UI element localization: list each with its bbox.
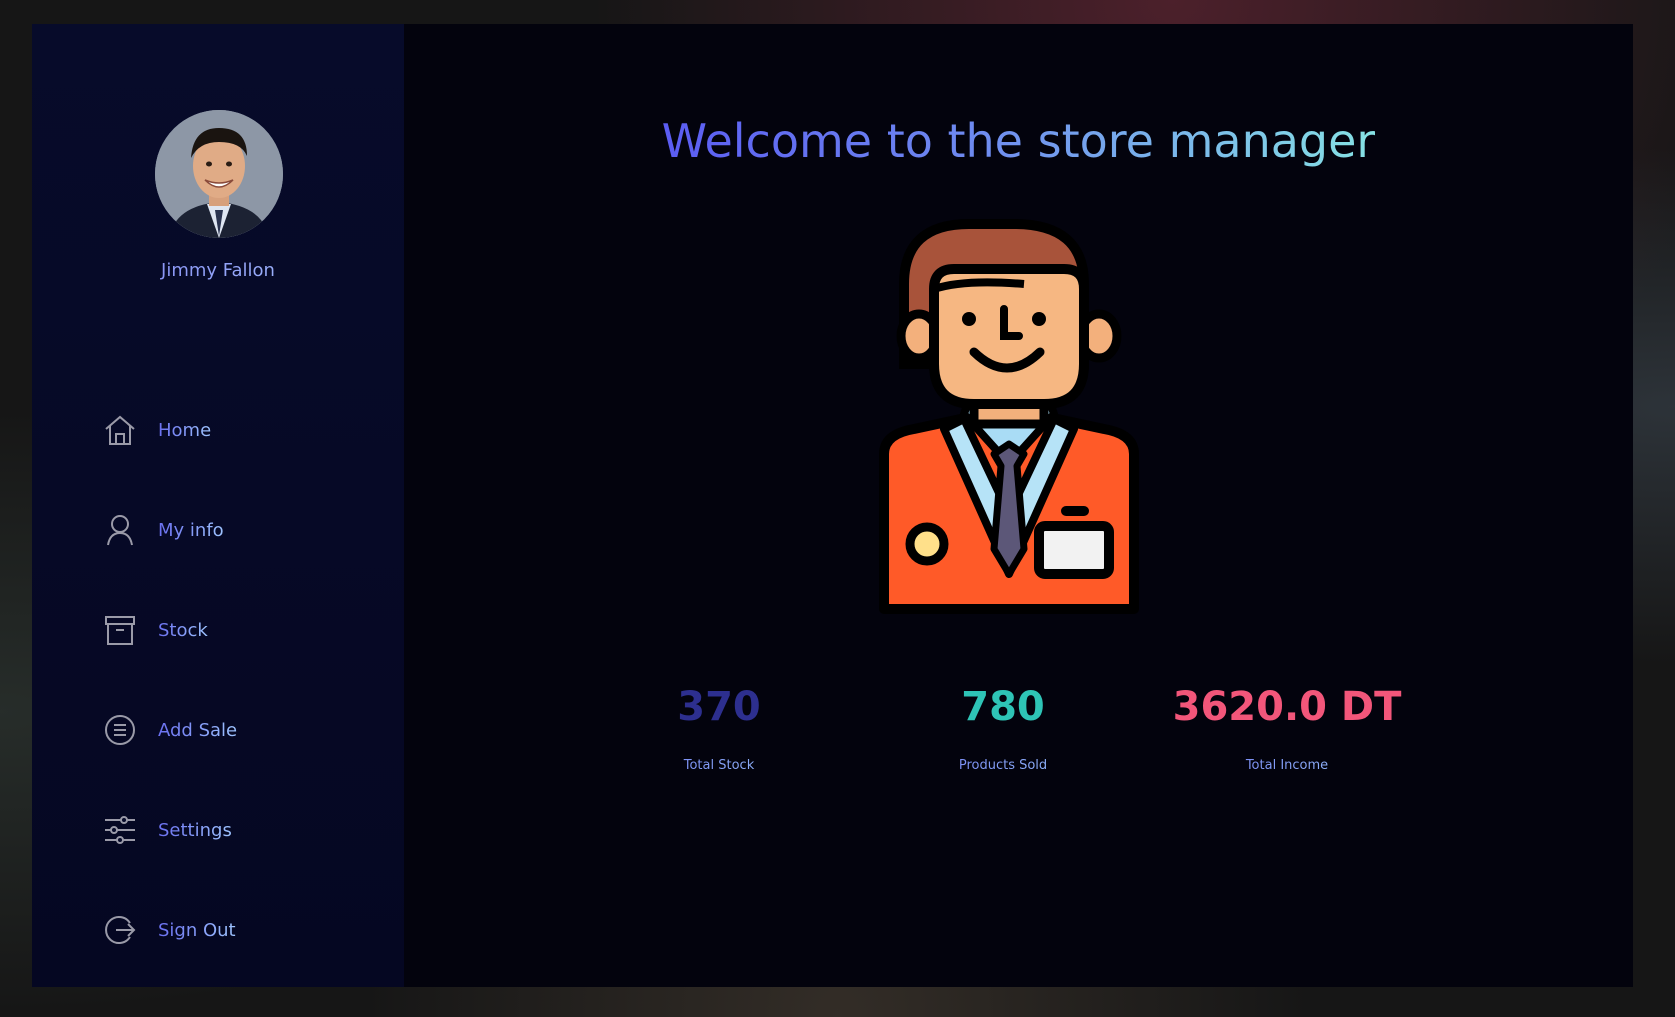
sidebar-item-sign-out[interactable]: Sign Out — [102, 910, 362, 950]
main-panel: Welcome to the store manager 370 Total S… — [404, 24, 1633, 987]
sidebar-item-my-info[interactable]: My info — [102, 510, 362, 550]
stat-products-sold: 780 Products Sold — [873, 684, 1133, 773]
sidebar-item-label: My info — [158, 519, 224, 541]
stat-total-income: 3620.0 DT Total Income — [1157, 684, 1417, 773]
sidebar: Jimmy Fallon Home My info Stock Add Sale… — [32, 24, 404, 987]
sidebar-item-home[interactable]: Home — [102, 410, 362, 450]
user-name: Jimmy Fallon — [32, 260, 404, 281]
stat-value: 3620.0 DT — [1172, 684, 1402, 730]
home-icon — [102, 412, 138, 448]
list-circle-icon — [102, 712, 138, 748]
sidebar-item-label: Settings — [158, 819, 232, 841]
stat-value: 370 — [677, 684, 761, 730]
sidebar-item-label: Sign Out — [158, 919, 236, 941]
sidebar-item-label: Add Sale — [158, 719, 238, 741]
stat-label: Total Stock — [589, 758, 849, 773]
stat-value: 780 — [961, 684, 1045, 730]
page-title-text: Welcome to the store manager — [661, 114, 1376, 168]
sidebar-item-stock[interactable]: Stock — [102, 610, 362, 650]
avatar-image — [155, 110, 283, 238]
archive-box-icon — [102, 612, 138, 648]
user-icon — [102, 512, 138, 548]
sliders-icon — [102, 812, 138, 848]
sidebar-item-label: Home — [158, 419, 212, 441]
stat-label: Total Income — [1157, 758, 1417, 773]
sign-out-icon — [102, 912, 138, 948]
page-title: Welcome to the store manager — [404, 114, 1633, 168]
stat-total-stock: 370 Total Stock — [589, 684, 849, 773]
sidebar-item-label: Stock — [158, 619, 208, 641]
avatar — [155, 110, 283, 238]
stat-label: Products Sold — [873, 758, 1133, 773]
sidebar-item-settings[interactable]: Settings — [102, 810, 362, 850]
sidebar-item-add-sale[interactable]: Add Sale — [102, 710, 362, 750]
store-manager-illustration — [874, 214, 1144, 634]
app-window: Jimmy Fallon Home My info Stock Add Sale… — [32, 24, 1633, 987]
